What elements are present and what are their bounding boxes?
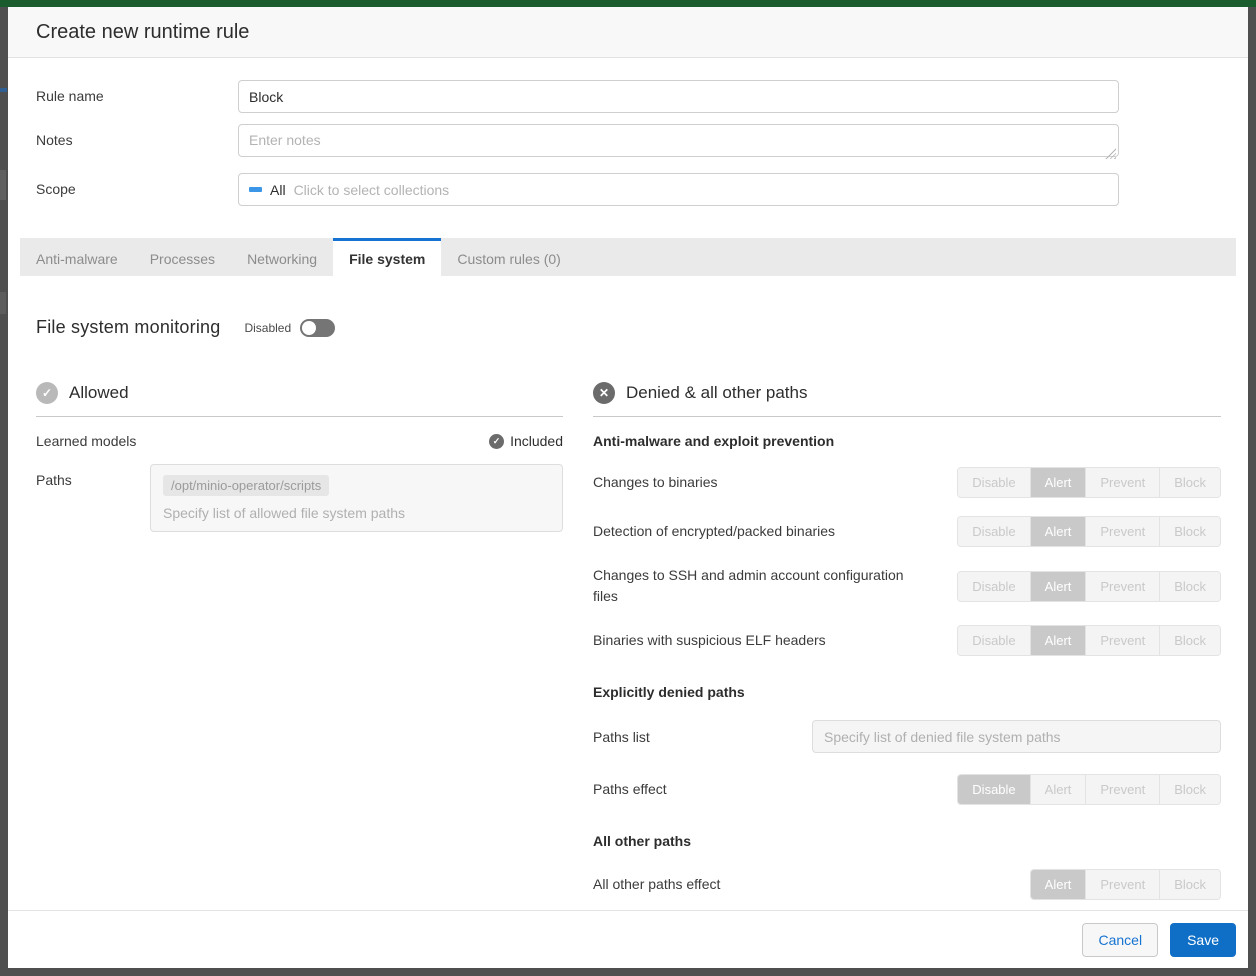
file-system-tab-content: File system monitoring Disabled ✓ Allowe…: [8, 276, 1248, 910]
effect-row-label: Detection of encrypted/packed binaries: [593, 521, 835, 542]
effect-option-disable[interactable]: Disable: [958, 468, 1030, 497]
toggle-knob: [302, 321, 316, 335]
antimalware-effect-rows: Changes to binariesDisableAlertPreventBl…: [593, 467, 1221, 656]
background-page-artifact: [0, 170, 6, 200]
effect-row: Changes to binaries DisableAlertPreventBl…: [593, 467, 1221, 498]
paths-effect-control: DisableAlertPreventBlock: [957, 774, 1221, 805]
scope-row: Scope All Click to select collections: [36, 173, 1220, 206]
effect-option-prevent[interactable]: Prevent: [1086, 572, 1160, 601]
effect-option-alert[interactable]: Alert: [1031, 572, 1087, 601]
rule-name-row: Rule name: [36, 80, 1220, 113]
collection-color-icon: [249, 187, 262, 192]
effect-option-block[interactable]: Block: [1160, 870, 1220, 899]
denied-section: ✕ Denied & all other paths Anti-malware …: [593, 382, 1221, 900]
paths-effect-label: Paths effect: [593, 779, 667, 800]
effect-option-block[interactable]: Block: [1160, 468, 1220, 497]
effect-option-alert[interactable]: Alert: [1031, 775, 1087, 804]
effect-option-prevent[interactable]: Prevent: [1086, 468, 1160, 497]
effect-row-label: Changes to binaries: [593, 472, 718, 493]
tab-networking[interactable]: Networking: [231, 238, 333, 276]
notes-row: Notes: [36, 124, 1220, 162]
included-value: Included: [510, 433, 563, 449]
rule-form: Rule name Notes Scope All Click to selec…: [8, 58, 1248, 217]
scope-placeholder: Click to select collections: [294, 182, 450, 198]
background-page-artifact: [0, 292, 6, 314]
check-circle-icon: ✓: [36, 382, 58, 404]
scope-chip: All: [270, 182, 286, 198]
all-other-paths-effect-control: AlertPreventBlock: [1030, 869, 1221, 900]
paths-list-label: Paths list: [593, 729, 650, 745]
allowed-paths-placeholder: Specify list of allowed file system path…: [163, 505, 550, 521]
effect-control: DisableAlertPreventBlock: [957, 571, 1221, 602]
rule-name-input[interactable]: [238, 80, 1119, 113]
effect-row: Changes to SSH and admin account configu…: [593, 565, 1221, 607]
effect-option-alert[interactable]: Alert: [1031, 517, 1087, 546]
effect-option-prevent[interactable]: Prevent: [1086, 517, 1160, 546]
effect-row-label: Changes to SSH and admin account configu…: [593, 565, 923, 607]
create-runtime-rule-modal: Create new runtime rule Rule name Notes …: [8, 7, 1248, 968]
effect-option-block[interactable]: Block: [1160, 517, 1220, 546]
background-page-artifact: [0, 88, 7, 92]
explicitly-denied-paths-heading: Explicitly denied paths: [593, 684, 1221, 700]
scope-label: Scope: [36, 173, 238, 197]
allowed-section: ✓ Allowed Learned models ✓ Included Path…: [36, 382, 563, 900]
tab-custom-rules-0[interactable]: Custom rules (0): [441, 238, 576, 276]
effect-option-alert[interactable]: Alert: [1031, 626, 1087, 655]
scope-select[interactable]: All Click to select collections: [238, 173, 1119, 206]
rule-tabs: Anti-malwareProcessesNetworkingFile syst…: [20, 238, 1236, 276]
monitoring-toggle[interactable]: [300, 319, 335, 337]
effect-option-block[interactable]: Block: [1160, 775, 1220, 804]
check-circle-icon: ✓: [489, 434, 504, 449]
all-other-paths-effect-label: All other paths effect: [593, 874, 720, 895]
modal-header: Create new runtime rule: [8, 7, 1248, 58]
effect-option-disable[interactable]: Disable: [958, 572, 1030, 601]
denied-paths-input[interactable]: [812, 720, 1221, 753]
effect-option-prevent[interactable]: Prevent: [1086, 626, 1160, 655]
cancel-button[interactable]: Cancel: [1082, 923, 1158, 957]
effect-row: Detection of encrypted/packed binaries Di…: [593, 516, 1221, 547]
effect-row: Binaries with suspicious ELF headers Disa…: [593, 625, 1221, 656]
allowed-title: Allowed: [69, 383, 129, 403]
modal-title: Create new runtime rule: [36, 21, 249, 44]
notes-input[interactable]: [238, 124, 1119, 157]
all-other-paths-heading: All other paths: [593, 833, 1221, 849]
allowed-path-chip[interactable]: /opt/minio-operator/scripts: [163, 475, 329, 496]
learned-models-status: ✓ Included: [489, 433, 563, 449]
file-system-monitoring-heading: File system monitoring: [36, 317, 220, 338]
effect-control: DisableAlertPreventBlock: [957, 516, 1221, 547]
notes-label: Notes: [36, 124, 238, 148]
effect-control: DisableAlertPreventBlock: [957, 625, 1221, 656]
denied-title: Denied & all other paths: [626, 383, 807, 403]
tab-anti-malware[interactable]: Anti-malware: [20, 238, 134, 276]
effect-option-alert[interactable]: Alert: [1031, 870, 1087, 899]
effect-option-disable[interactable]: Disable: [958, 626, 1030, 655]
antimalware-heading: Anti-malware and exploit prevention: [593, 433, 1221, 449]
monitoring-toggle-label: Disabled: [244, 321, 291, 335]
top-navbar-strip: [0, 0, 1256, 7]
modal-footer: Cancel Save: [8, 910, 1248, 968]
allowed-paths-input[interactable]: /opt/minio-operator/scripts Specify list…: [150, 464, 563, 532]
rule-name-label: Rule name: [36, 80, 238, 104]
effect-option-prevent[interactable]: Prevent: [1086, 775, 1160, 804]
effect-option-alert[interactable]: Alert: [1031, 468, 1087, 497]
effect-option-block[interactable]: Block: [1160, 626, 1220, 655]
learned-models-label: Learned models: [36, 433, 136, 449]
effect-option-disable[interactable]: Disable: [958, 517, 1030, 546]
effect-option-prevent[interactable]: Prevent: [1086, 870, 1160, 899]
effect-option-disable[interactable]: Disable: [958, 775, 1030, 804]
effect-option-block[interactable]: Block: [1160, 572, 1220, 601]
save-button[interactable]: Save: [1170, 923, 1236, 957]
allowed-paths-label: Paths: [36, 464, 150, 488]
tab-processes[interactable]: Processes: [134, 238, 231, 276]
tab-file-system[interactable]: File system: [333, 238, 441, 276]
x-circle-icon: ✕: [593, 382, 615, 404]
effect-row-label: Binaries with suspicious ELF headers: [593, 630, 826, 651]
effect-control: DisableAlertPreventBlock: [957, 467, 1221, 498]
